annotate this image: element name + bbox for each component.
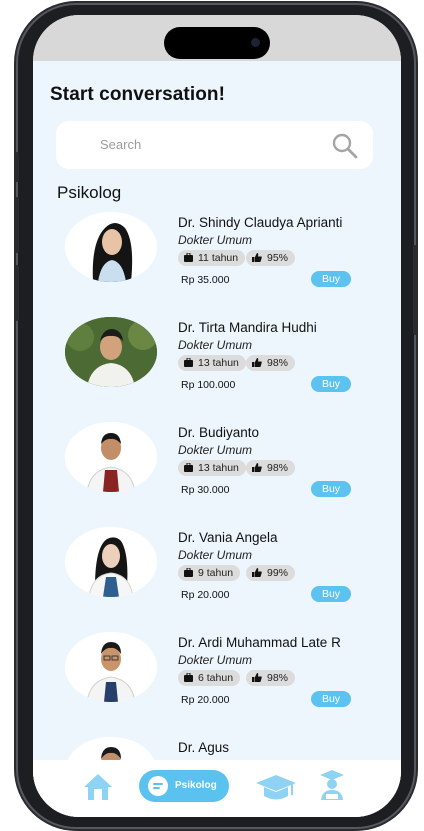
graduation-cap-icon[interactable]: [254, 772, 298, 804]
briefcase-icon: [184, 673, 193, 682]
rating-badge: 98%: [246, 355, 296, 371]
doctor-role: Dokter Umum: [178, 653, 253, 667]
buy-button[interactable]: Buy: [311, 271, 351, 287]
section-title: Psikolog: [57, 183, 122, 202]
status-bar: [33, 15, 401, 61]
dynamic-island: [164, 27, 270, 59]
experience-badge: 11 tahun: [178, 250, 246, 266]
price-text: Rp 20.000: [181, 589, 230, 601]
camera-icon: [251, 38, 260, 47]
phone-screen: Start conversation! Search Psikolog Dr. …: [33, 15, 401, 817]
doctor-avatar: [65, 422, 157, 492]
search-icon[interactable]: [331, 132, 359, 160]
phone-side-button: [15, 265, 19, 321]
briefcase-icon: [184, 358, 193, 367]
price-text: Rp 30.000: [181, 484, 230, 496]
thumbs-up-icon: [252, 463, 262, 472]
rating-badge: 99%: [246, 565, 296, 581]
briefcase-icon: [184, 568, 193, 577]
thumbs-up-icon: [252, 568, 262, 577]
thumbs-up-icon: [252, 358, 262, 367]
briefcase-icon: [184, 253, 193, 262]
doctor-avatar: [65, 527, 157, 597]
experience-badge: 9 tahun: [178, 565, 241, 581]
rating-text: 98%: [267, 672, 289, 684]
doctor-role: Dokter Umum: [178, 548, 253, 562]
page-title: Start conversation!: [50, 84, 226, 105]
doctor-card[interactable]: Dr. Ardi Muhammad Late R Dokter Umum 6 t…: [33, 632, 401, 732]
rating-text: 99%: [267, 567, 289, 579]
thumbs-up-icon: [252, 673, 262, 682]
doctor-card[interactable]: Dr. Tirta Mandira Hudhi Dokter Umum 13 t…: [33, 317, 401, 417]
nav-item-psikolog[interactable]: Psikolog: [139, 770, 229, 802]
doctor-name: Dr. Shindy Claudya Aprianti: [178, 215, 343, 230]
doctor-card[interactable]: Dr. Vania Angela Dokter Umum 9 tahun 99%…: [33, 527, 401, 627]
rating-badge: 98%: [246, 460, 296, 476]
home-icon[interactable]: [82, 772, 114, 802]
price-text: Rp 100.000: [181, 379, 236, 391]
phone-side-button: [15, 152, 19, 182]
price-text: Rp 20.000: [181, 694, 230, 706]
graduate-icon[interactable]: [317, 769, 347, 801]
rating-text: 98%: [267, 462, 289, 474]
buy-button[interactable]: Buy: [311, 586, 351, 602]
thumbs-up-icon: [252, 253, 262, 262]
doctor-role: Dokter Umum: [178, 443, 253, 457]
rating-text: 98%: [267, 357, 289, 369]
experience-text: 6 tahun: [198, 672, 234, 684]
doctor-name: Dr. Tirta Mandira Hudhi: [178, 320, 317, 335]
experience-text: 9 tahun: [198, 567, 234, 579]
doctor-role: Dokter Umum: [178, 233, 253, 247]
experience-badge: 13 tahun: [178, 355, 246, 371]
doctor-name: Dr. Vania Angela: [178, 530, 278, 545]
price-text: Rp 35.000: [181, 274, 230, 286]
doctor-name: Dr. Ardi Muhammad Late R: [178, 635, 341, 650]
briefcase-icon: [184, 463, 193, 472]
phone-side-button: [15, 197, 19, 253]
experience-badge: 6 tahun: [178, 670, 241, 686]
doctor-role: Dokter Umum: [178, 338, 253, 352]
experience-text: 11 tahun: [198, 252, 239, 264]
nav-item-label: Psikolog: [175, 780, 217, 791]
buy-button[interactable]: Buy: [311, 376, 351, 392]
rating-badge: 95%: [246, 250, 296, 266]
doctor-avatar: [65, 212, 157, 282]
search-input[interactable]: Search: [100, 137, 141, 152]
doctor-name: Dr. Agus: [178, 740, 230, 755]
bottom-nav: Psikolog: [33, 760, 401, 817]
doctor-avatar: [65, 317, 157, 387]
chat-icon: [148, 776, 168, 796]
doctor-card[interactable]: Dr. Shindy Claudya Aprianti Dokter Umum …: [33, 212, 401, 312]
experience-badge: 13 tahun: [178, 460, 246, 476]
doctor-card[interactable]: Dr. Budiyanto Dokter Umum 13 tahun 98% R…: [33, 422, 401, 522]
doctor-name: Dr. Budiyanto: [178, 425, 260, 440]
phone-power-button: [413, 245, 417, 335]
buy-button[interactable]: Buy: [311, 691, 351, 707]
experience-text: 13 tahun: [198, 462, 239, 474]
rating-badge: 98%: [246, 670, 296, 686]
rating-text: 95%: [267, 252, 289, 264]
experience-text: 13 tahun: [198, 357, 239, 369]
main-content: Start conversation! Search Psikolog Dr. …: [33, 61, 401, 817]
buy-button[interactable]: Buy: [311, 481, 351, 497]
search-bar[interactable]: Search: [56, 121, 373, 169]
doctor-avatar: [65, 632, 157, 702]
